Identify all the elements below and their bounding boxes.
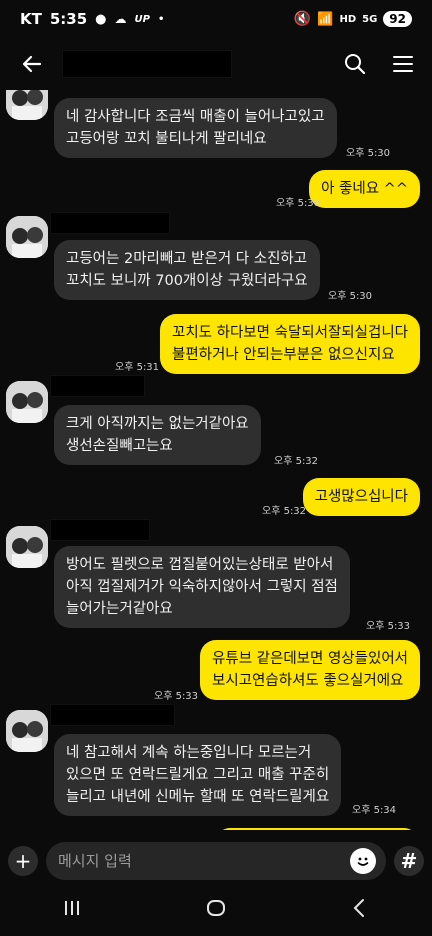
message-line: 꼬치도 보니까 700개이상 구웠더라구요	[66, 273, 308, 289]
hamburger-menu-icon	[393, 56, 413, 72]
avatar[interactable]	[6, 90, 48, 120]
profile-photo	[6, 216, 48, 258]
outgoing-message-partial[interactable]	[216, 828, 418, 830]
message-line: 고등어는 2마리빼고 받은거 다 소진하고	[66, 251, 308, 267]
message-time: 오후 5:30	[276, 198, 321, 209]
message-input[interactable]	[58, 852, 350, 870]
chat-area[interactable]: 네 감사합니다 조금씩 매출이 늘어나고있고 고등어랑 꼬치 불티나게 팔리네요…	[0, 90, 432, 830]
incoming-message[interactable]: 네 참고해서 계속 하는중입니다 모르는거 있으면 또 연락드릴게요 그리고 매…	[54, 734, 342, 816]
sender-name-redacted	[50, 519, 150, 541]
message-time: 오후 5:34	[352, 805, 397, 816]
outgoing-message[interactable]: 유튜브 같은데보면 영상들있어서 보시고연습하셔도 좋으실거에요	[200, 640, 420, 700]
avatar[interactable]	[6, 216, 48, 258]
hd-label: HD	[339, 13, 357, 25]
incoming-message[interactable]: 크게 아직까지는 없는거같아요 생선손질빼고는요	[54, 405, 261, 465]
message-line: 보시고연습하셔도 좋으실거에요	[212, 673, 404, 689]
message-line: 아 좋네요 ^^	[321, 181, 408, 197]
profile-photo	[6, 90, 48, 120]
profile-photo	[6, 381, 48, 423]
message-line: 늘리고 내년에 신메뉴 할때 또 연락드릴게요	[66, 789, 330, 805]
outgoing-message[interactable]: 꼬치도 하다보면 숙달되서잘되실겁니다 불편하거나 안되는부분은 없으신지요	[160, 314, 420, 374]
dot-icon: •	[157, 13, 165, 25]
hash-icon: #	[400, 849, 418, 873]
message-line: 크게 아직까지는 없는거같아요	[66, 416, 249, 432]
recent-apps-icon	[64, 901, 79, 915]
message-line: 고생많으십니다	[314, 489, 408, 505]
network-label: 5G	[362, 13, 378, 25]
talk-icon: ●	[95, 11, 107, 27]
battery-badge: 92	[383, 11, 412, 27]
message-line: 늘어가는거같아요	[66, 601, 173, 617]
up-label: UP	[134, 13, 150, 25]
message-line: 아직 껍질제거가 익숙하지않아서 그렇지 점점	[66, 579, 338, 595]
sender-name-redacted	[50, 212, 170, 234]
cloud-icon: ☁	[114, 12, 127, 26]
avatar[interactable]	[6, 526, 48, 568]
emoji-button[interactable]	[350, 848, 376, 874]
recent-apps-button[interactable]	[61, 897, 83, 925]
sender-name-redacted	[50, 375, 145, 397]
message-time: 오후 5:32	[274, 456, 319, 467]
chevron-left-icon	[353, 899, 365, 917]
sender-name-redacted	[50, 704, 175, 726]
outgoing-message[interactable]: 아 좋네요 ^^	[309, 170, 420, 208]
message-line: 있으면 또 연락드릴게요 그리고 매출 꾸준히	[66, 767, 330, 783]
search-button[interactable]	[340, 49, 370, 79]
avatar[interactable]	[6, 381, 48, 423]
message-line: 유튜브 같은데보면 영상들있어서	[212, 651, 408, 667]
wifi-icon: 📶	[317, 11, 334, 27]
plus-icon: +	[14, 849, 32, 873]
back-arrow-icon	[22, 55, 42, 73]
outgoing-message[interactable]: 고생많으십니다	[302, 478, 420, 516]
attach-button[interactable]: +	[8, 846, 38, 876]
message-time: 오후 5:31	[115, 362, 160, 373]
message-line: 고등어랑 꼬치 불티나게 팔리네요	[66, 131, 267, 147]
message-time: 오후 5:33	[366, 621, 411, 632]
menu-button[interactable]	[388, 49, 418, 79]
message-line: 네 참고해서 계속 하는중입니다 모르는거	[66, 745, 312, 761]
search-icon	[345, 54, 366, 75]
hashtag-button[interactable]: #	[394, 846, 424, 876]
clock-label: 5:35	[49, 10, 88, 28]
profile-photo	[6, 526, 48, 568]
incoming-message[interactable]: 네 감사합니다 조금씩 매출이 늘어나고있고 고등어랑 꼬치 불티나게 팔리네요	[54, 98, 337, 158]
incoming-message[interactable]: 방어도 필렛으로 껍질붙어있는상태로 받아서 아직 껍질제거가 익숙하지않아서 …	[54, 546, 350, 628]
message-time: 오후 5:30	[328, 291, 373, 302]
message-time: 오후 5:30	[346, 148, 391, 159]
message-line: 불편하거나 안되는부분은 없으신지요	[172, 347, 395, 363]
message-line: 방어도 필렛으로 껍질붙어있는상태로 받아서	[66, 557, 334, 573]
message-line: 네 감사합니다 조금씩 매출이 늘어나고있고	[66, 109, 325, 125]
back-button[interactable]	[14, 46, 50, 82]
home-button[interactable]	[204, 896, 228, 926]
avatar[interactable]	[6, 710, 48, 752]
message-time: 오후 5:33	[154, 691, 199, 702]
chat-title-redacted	[62, 50, 232, 78]
back-nav-button[interactable]	[349, 897, 371, 925]
system-nav-bar	[0, 886, 432, 936]
chat-header	[0, 38, 432, 90]
incoming-message[interactable]: 고등어는 2마리빼고 받은거 다 소진하고 꼬치도 보니까 700개이상 구웠더…	[54, 240, 320, 300]
carrier-label: KT	[20, 10, 42, 28]
message-input-bar: + #	[0, 838, 432, 884]
message-line: 생선손질빼고는요	[66, 438, 173, 454]
message-input-container[interactable]	[46, 842, 386, 880]
message-line: 꼬치도 하다보면 숙달되서잘되실겁니다	[172, 325, 408, 341]
home-icon	[206, 900, 225, 916]
emoji-smile-icon	[357, 857, 369, 866]
mute-icon: 🔇	[293, 11, 312, 27]
status-bar: KT 5:35 ● ☁ UP • 🔇 📶 HD 5G 92	[0, 0, 432, 38]
message-time: 오후 5:32	[262, 506, 307, 517]
profile-photo	[6, 710, 48, 752]
